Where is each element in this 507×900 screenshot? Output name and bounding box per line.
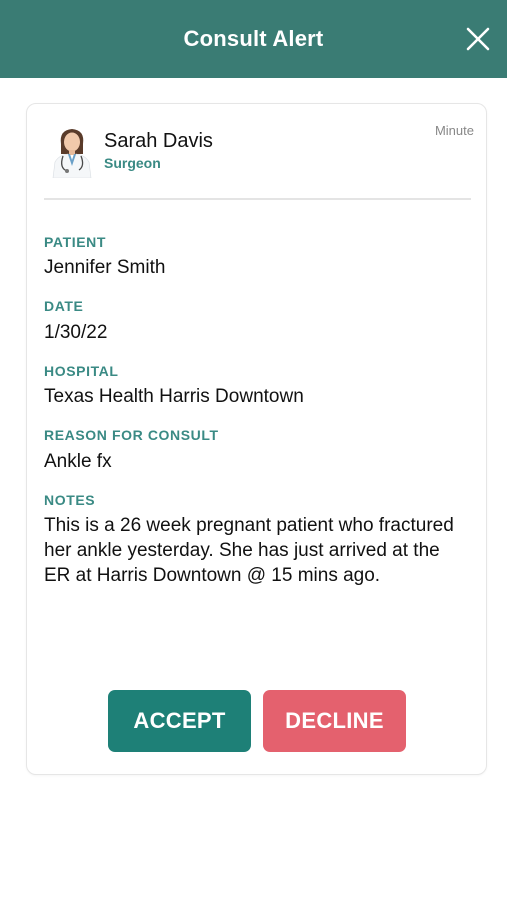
- user-role: Surgeon: [104, 155, 161, 171]
- patient-value: Jennifer Smith: [44, 257, 166, 278]
- timestamp: Minute: [434, 123, 474, 138]
- user-name: Sarah Davis: [104, 130, 213, 152]
- page-title: Consult Alert: [183, 26, 324, 51]
- patient-label: PATIENT: [44, 234, 107, 250]
- app-header: Consult Alert: [0, 0, 507, 78]
- decline-button[interactable]: DECLINE: [263, 690, 406, 752]
- date-label: DATE: [44, 298, 84, 314]
- reason-value: Ankle fx: [44, 451, 112, 472]
- close-icon[interactable]: [463, 24, 493, 54]
- avatar: [49, 124, 95, 178]
- date-value: 1/30/22: [44, 322, 108, 343]
- hospital-label: HOSPITAL: [44, 363, 119, 379]
- divider: [44, 198, 471, 200]
- reason-label: REASON FOR CONSULT: [44, 427, 219, 443]
- notes-label: NOTES: [44, 492, 96, 508]
- consult-card: Sarah Davis Surgeon Minute PATIENT Jenni…: [26, 103, 487, 775]
- hospital-value: Texas Health Harris Downtown: [44, 386, 304, 407]
- notes-value: This is a 26 week pregnant patient who f…: [44, 515, 454, 586]
- accept-button[interactable]: ACCEPT: [108, 690, 251, 752]
